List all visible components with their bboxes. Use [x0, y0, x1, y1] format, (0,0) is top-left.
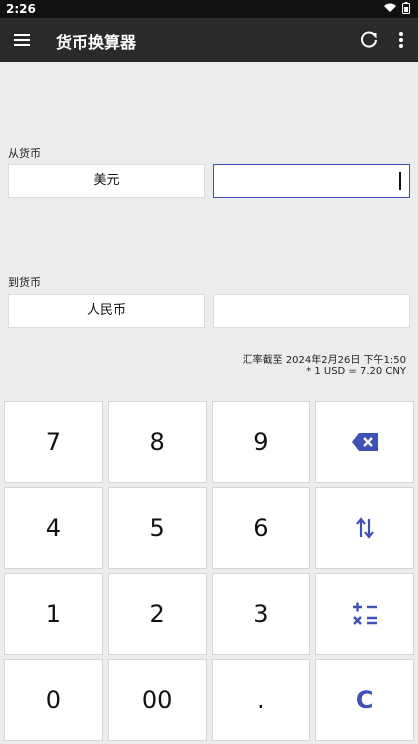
key-4[interactable]: 4: [4, 487, 103, 569]
key-7[interactable]: 7: [4, 401, 103, 483]
calculator-button[interactable]: [315, 573, 414, 655]
to-amount-output[interactable]: [213, 294, 410, 328]
key-00[interactable]: 00: [107, 659, 207, 741]
rate-value: * 1 USD = 7.20 CNY: [306, 366, 406, 377]
status-time: 2:26: [6, 2, 36, 16]
more-vert-icon[interactable]: [392, 29, 410, 51]
text-caret: [399, 172, 401, 190]
rate-date: 汇率截至 2024年2月26日 下午1:50: [242, 355, 406, 366]
swap-vert-icon: [355, 517, 374, 539]
backspace-icon: [351, 433, 378, 451]
status-icons: [384, 2, 410, 14]
calculator-ops-icon: [352, 602, 377, 625]
key-decimal[interactable]: .: [211, 659, 311, 741]
clear-button[interactable]: C: [315, 659, 414, 741]
key-2[interactable]: 2: [107, 573, 207, 655]
key-5[interactable]: 5: [107, 487, 207, 569]
menu-icon[interactable]: [12, 30, 32, 50]
key-3[interactable]: 3: [211, 573, 311, 655]
swap-currencies-button[interactable]: [315, 487, 414, 569]
page-title: 货币换算器: [56, 33, 137, 52]
backspace-button[interactable]: [315, 401, 414, 483]
to-currency-label: 到货币: [8, 276, 41, 289]
keypad: 7 8 9 4 5 6 1 2 3 0 00 . C: [4, 401, 414, 741]
key-0[interactable]: 0: [4, 659, 103, 741]
to-currency-selector[interactable]: 人民币: [8, 294, 205, 328]
key-9[interactable]: 9: [211, 401, 311, 483]
from-currency-selector[interactable]: 美元: [8, 164, 205, 198]
key-8[interactable]: 8: [107, 401, 207, 483]
status-bar: 2:26: [0, 0, 418, 18]
app-toolbar: 货币换算器: [0, 18, 418, 62]
from-amount-input[interactable]: [213, 164, 410, 198]
refresh-icon[interactable]: [358, 29, 380, 51]
battery-icon: [402, 2, 410, 14]
wifi-icon: [384, 3, 396, 12]
key-6[interactable]: 6: [211, 487, 311, 569]
from-currency-label: 从货币: [8, 147, 41, 160]
key-1[interactable]: 1: [4, 573, 103, 655]
